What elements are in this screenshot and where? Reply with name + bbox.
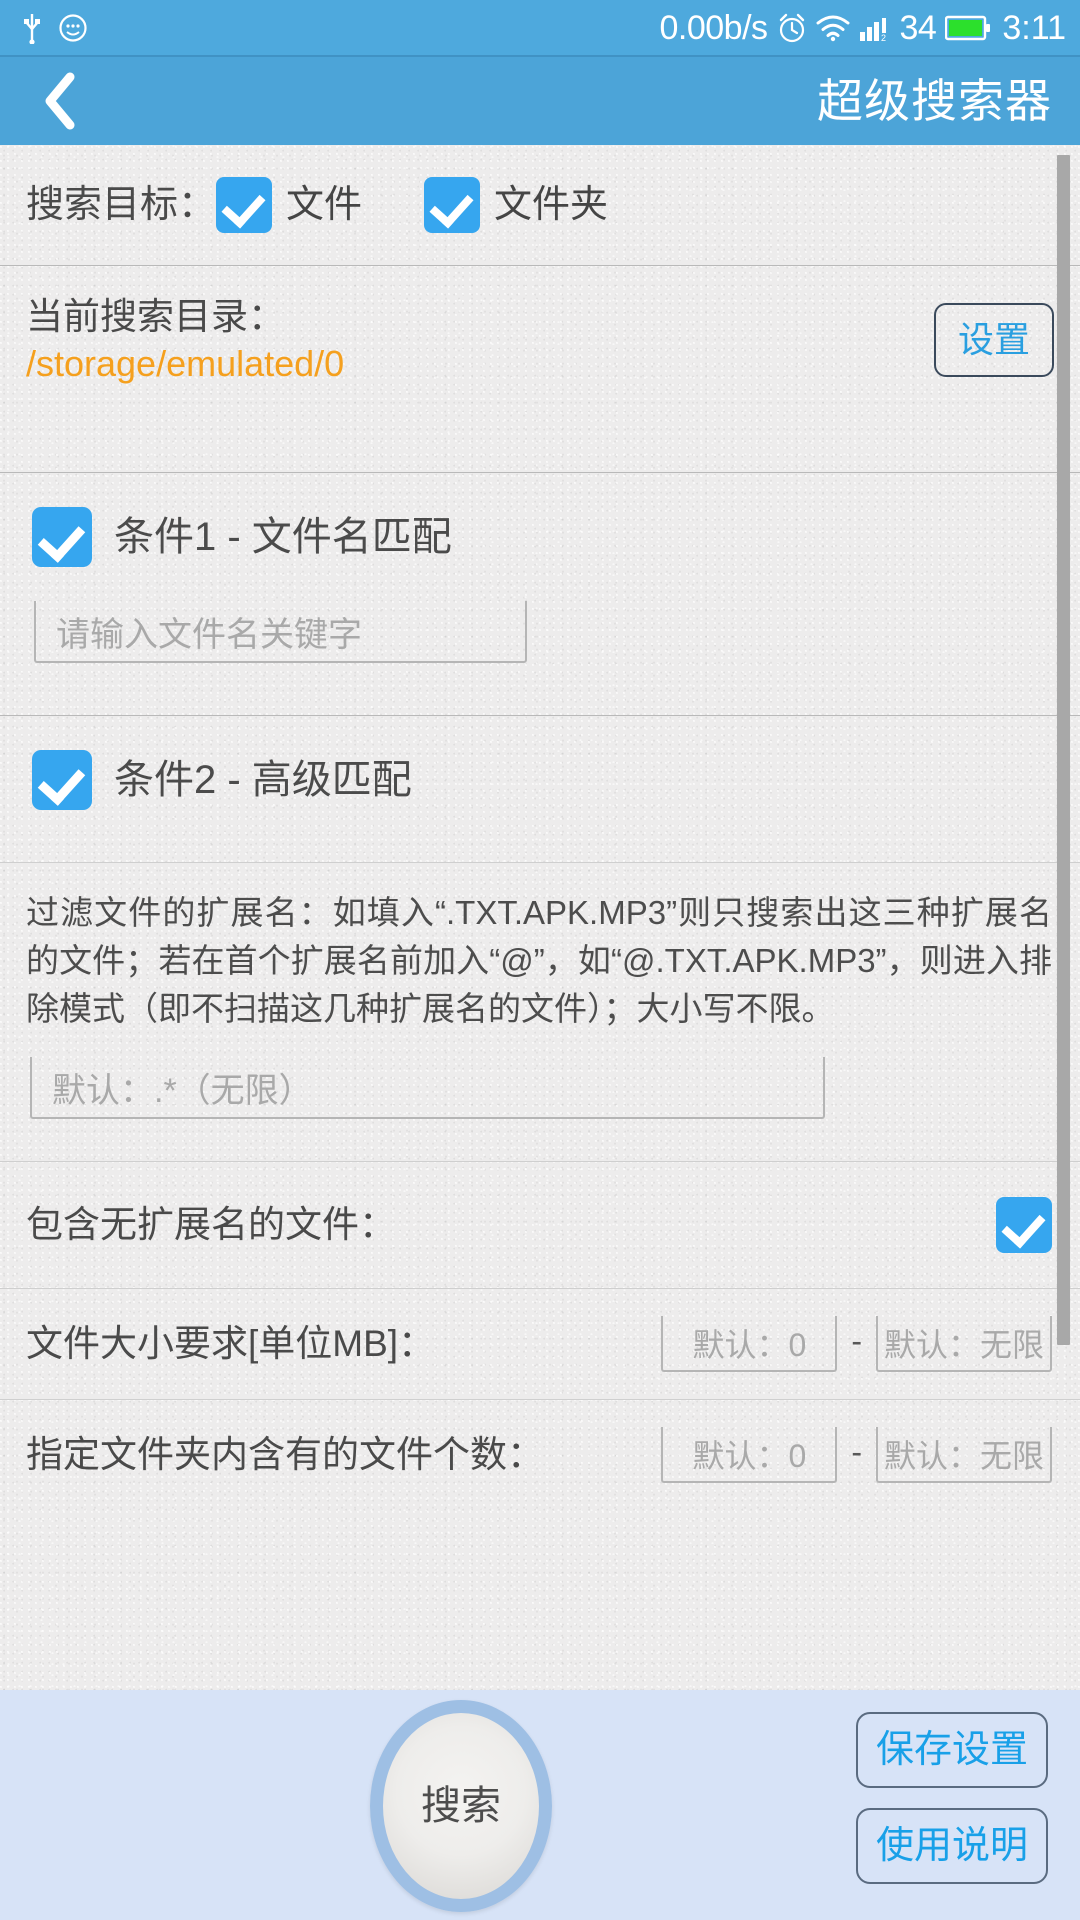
folder-count-min-placeholder: 默认：0 <box>692 1438 807 1474</box>
alarm-icon <box>777 12 807 44</box>
signal-icon: 2 <box>859 14 891 42</box>
clock-label: 3:11 <box>1002 8 1066 47</box>
settings-scroll-area[interactable]: 搜索目标： 文件 文件夹 当前搜索目录： /storage/emulated/0… <box>0 145 1080 1690</box>
status-bar: 0.00b/s 2 34 3:11 <box>0 0 1080 55</box>
file-size-max-placeholder: 默认：无限 <box>883 1327 1044 1363</box>
folder-file-count-label: 指定文件夹内含有的文件个数： <box>26 1434 544 1475</box>
folder-count-max-input[interactable]: 默认：无限 <box>876 1427 1052 1483</box>
condition1-header: 条件1 - 文件名匹配 <box>0 473 1080 601</box>
svg-text:2: 2 <box>881 33 886 42</box>
status-bar-right-icons: 0.00b/s 2 34 3:11 <box>659 11 1066 45</box>
search-target-label: 搜索目标： <box>26 184 217 226</box>
battery-level-label: 34 <box>899 8 937 47</box>
page-title: 超级搜索器 <box>817 75 1052 127</box>
file-size-max-input[interactable]: 默认：无限 <box>876 1316 1052 1372</box>
bottom-side-buttons: 保存设置 使用说明 <box>855 1712 1048 1884</box>
folder-count-range-separator: - <box>851 1434 862 1470</box>
app-screen: 0.00b/s 2 34 3:11 超级搜索器 搜索目标： 文件 文件夹 当前搜… <box>0 0 1080 1920</box>
folder-count-min-input[interactable]: 默认：0 <box>661 1427 838 1483</box>
emoji-face-icon <box>58 13 88 43</box>
search-target-row: 搜索目标： 文件 文件夹 <box>0 145 1080 265</box>
current-directory-row: 当前搜索目录： /storage/emulated/0 设置 <box>0 266 1080 414</box>
back-chevron-icon <box>45 72 75 130</box>
checkbox-file[interactable] <box>216 177 273 233</box>
folder-file-count-range-group: 默认：0 - 默认：无限 <box>661 1427 1052 1483</box>
condition2-section: 条件2 - 高级匹配 过滤文件的扩展名：如填入“.TXT.APK.MP3”则只搜… <box>0 716 1080 1510</box>
condition1-title: 条件1 - 文件名匹配 <box>114 515 452 559</box>
file-size-range-separator: - <box>851 1323 862 1359</box>
file-size-label: 文件大小要求[单位MB]： <box>26 1323 436 1364</box>
current-directory-texts: 当前搜索目录： /storage/emulated/0 <box>26 296 344 384</box>
file-size-range-group: 默认：0 - 默认：无限 <box>661 1316 1052 1372</box>
checkbox-file-label: 文件 <box>286 184 363 226</box>
checkbox-condition1[interactable] <box>32 507 92 567</box>
current-directory-path: /storage/emulated/0 <box>26 343 345 384</box>
extension-filter-placeholder: 默认：.*（无限） <box>52 1072 313 1110</box>
network-speed-label: 0.00b/s <box>659 8 768 47</box>
wifi-icon <box>816 14 850 42</box>
search-button[interactable]: 搜索 <box>370 1700 552 1912</box>
folder-count-max-placeholder: 默认：无限 <box>883 1438 1044 1474</box>
status-bar-left-icons <box>22 12 88 44</box>
extension-filter-input[interactable]: 默认：.*（无限） <box>30 1057 825 1119</box>
file-size-min-placeholder: 默认：0 <box>692 1327 807 1363</box>
condition2-header: 条件2 - 高级匹配 <box>0 716 1080 844</box>
bottom-action-bar: 搜索 保存设置 使用说明 <box>0 1690 1080 1920</box>
search-button-label: 搜索 <box>421 1784 501 1828</box>
condition1-section: 条件1 - 文件名匹配 请输入文件名关键字 <box>0 473 1080 715</box>
file-size-min-input[interactable]: 默认：0 <box>661 1316 838 1372</box>
checkbox-folder-label: 文件夹 <box>494 184 609 226</box>
instructions-button[interactable]: 使用说明 <box>855 1808 1048 1884</box>
usb-icon <box>22 12 42 44</box>
file-size-row: 文件大小要求[单位MB]： 默认：0 - 默认：无限 <box>0 1289 1080 1399</box>
scrollbar-track <box>1057 145 1070 1690</box>
folder-file-count-row: 指定文件夹内含有的文件个数： 默认：0 - 默认：无限 <box>0 1400 1080 1510</box>
app-bar: 超级搜索器 <box>0 55 1080 145</box>
include-no-extension-label: 包含无扩展名的文件： <box>26 1204 396 1245</box>
filename-keyword-placeholder: 请输入文件名关键字 <box>56 616 362 654</box>
condition2-title: 条件2 - 高级匹配 <box>114 758 412 802</box>
current-directory-label: 当前搜索目录： <box>26 296 285 337</box>
checkbox-folder[interactable] <box>424 177 481 233</box>
back-button[interactable] <box>34 70 88 132</box>
save-settings-button[interactable]: 保存设置 <box>855 1712 1048 1788</box>
extension-filter-description: 过滤文件的扩展名：如填入“.TXT.APK.MP3”则只搜索出这三种扩展名的文件… <box>26 894 1052 1027</box>
scrollbar-thumb[interactable] <box>1057 155 1070 1345</box>
battery-icon <box>945 14 991 42</box>
filename-keyword-input[interactable]: 请输入文件名关键字 <box>34 601 527 663</box>
include-no-extension-row: 包含无扩展名的文件： <box>0 1162 1080 1288</box>
settings-button[interactable]: 设置 <box>933 303 1054 377</box>
checkbox-condition2[interactable] <box>32 750 92 810</box>
checkbox-include-no-extension[interactable] <box>996 1197 1052 1253</box>
